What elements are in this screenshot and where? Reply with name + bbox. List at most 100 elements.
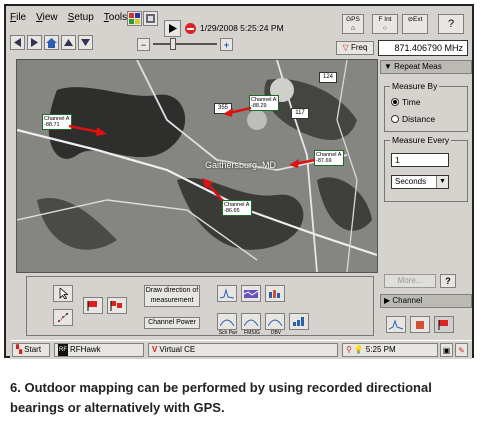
channel-marker[interactable]: Channel A -87.69 bbox=[314, 150, 344, 166]
radio-dot bbox=[391, 115, 399, 123]
waterfall-button[interactable] bbox=[241, 285, 261, 302]
back-button[interactable] bbox=[10, 35, 25, 50]
tray-bulb-icon[interactable]: 💡 bbox=[354, 344, 364, 356]
repeat-meas-header[interactable]: ▼ Repeat Meas bbox=[380, 60, 472, 74]
taskbar-rfhawk[interactable]: RF RFHawk bbox=[54, 343, 144, 357]
antenna-icon: ⌂ bbox=[350, 25, 356, 32]
spectrum-view-button[interactable] bbox=[386, 316, 406, 333]
stop-icon[interactable] bbox=[185, 23, 196, 34]
taskbar-virtual-ce[interactable]: V Virtual CE bbox=[148, 343, 338, 357]
start-label: Start bbox=[24, 345, 42, 354]
flag-tool-button[interactable] bbox=[83, 297, 103, 314]
sidebar-help-button[interactable]: ? bbox=[440, 274, 456, 288]
grid-icon bbox=[129, 13, 140, 24]
dbv-button[interactable] bbox=[265, 313, 285, 330]
flag-pair-tool-button[interactable] bbox=[107, 297, 127, 314]
tool-panel: Draw direction of measurement Channel Po… bbox=[26, 276, 374, 336]
zoom-slider-thumb[interactable] bbox=[170, 38, 176, 50]
pointer-tool-button[interactable] bbox=[53, 285, 73, 302]
flag-pair-icon bbox=[110, 301, 122, 311]
marker-value: -86.65 bbox=[224, 208, 240, 214]
down-button[interactable] bbox=[78, 35, 93, 50]
back-icon bbox=[14, 38, 21, 47]
draw-direction-button[interactable]: Draw direction of measurement bbox=[144, 285, 200, 307]
bar-view-button[interactable] bbox=[410, 316, 430, 333]
desktop-icon: ▣ bbox=[442, 345, 451, 355]
spectrum-icon bbox=[389, 319, 403, 330]
histogram-icon bbox=[269, 290, 280, 298]
menu-view[interactable]: View bbox=[36, 12, 58, 28]
play-button[interactable] bbox=[164, 20, 181, 37]
level-bars-button[interactable] bbox=[289, 313, 309, 330]
sch-pwr-label: Sch Pwr bbox=[218, 330, 238, 336]
level-bars-icon bbox=[293, 317, 304, 326]
spectrum-icon bbox=[220, 288, 234, 299]
map-flag-button[interactable] bbox=[434, 316, 454, 333]
flag-icon bbox=[87, 301, 97, 311]
unit-select[interactable]: Seconds ▼ bbox=[391, 175, 449, 189]
zoom-in-button[interactable]: + bbox=[220, 38, 233, 51]
channel-marker[interactable]: Channel A -88.29 bbox=[249, 95, 279, 111]
up-icon bbox=[64, 39, 73, 46]
spectrum-button[interactable] bbox=[217, 285, 237, 302]
measure-by-title: Measure By bbox=[390, 81, 440, 91]
start-button[interactable]: ▚ Start bbox=[12, 343, 50, 357]
interval-input[interactable]: 1 bbox=[391, 153, 449, 167]
f-int-button[interactable]: F Int ○ bbox=[372, 14, 398, 34]
satellite-map bbox=[17, 60, 377, 272]
menu-file[interactable]: File bbox=[10, 12, 26, 28]
more-button[interactable]: More... bbox=[384, 274, 436, 288]
radio-time[interactable]: Time bbox=[391, 97, 421, 107]
up-button[interactable] bbox=[61, 35, 76, 50]
clock: 5:25 PM bbox=[365, 345, 396, 354]
desktop-button[interactable]: ▣ bbox=[440, 343, 453, 357]
home-button[interactable] bbox=[44, 35, 59, 50]
bearing-arrow-icon bbox=[69, 124, 107, 136]
taskbar-rfhawk-label: RFHawk bbox=[70, 345, 101, 354]
measure-every-group: Measure Every 1 Seconds ▼ bbox=[384, 135, 468, 202]
chevron-down-icon: ▼ bbox=[436, 176, 448, 188]
app-window: File View Setup Tools 1/29/2008 5:25:24 … bbox=[4, 4, 474, 359]
tray-network-icon[interactable]: ⚲ bbox=[346, 344, 352, 356]
frequency-display[interactable]: 871.406790 MHz bbox=[378, 40, 468, 56]
edit-button[interactable]: ✎ bbox=[455, 343, 468, 357]
bell-curve-icon bbox=[268, 319, 282, 326]
cursor-icon bbox=[59, 288, 68, 299]
windows-icon: ▚ bbox=[16, 345, 23, 354]
flag-icon bbox=[438, 320, 448, 330]
mode-icon[interactable] bbox=[127, 11, 142, 26]
f-int-label: F Int bbox=[378, 16, 392, 23]
freq-filter-icon: ▽ bbox=[342, 43, 349, 52]
sch-pwr-button[interactable] bbox=[217, 313, 237, 330]
menu-tools[interactable]: Tools bbox=[104, 12, 127, 28]
zoom-slider-track[interactable] bbox=[153, 43, 217, 45]
bell-curve-icon bbox=[244, 319, 258, 326]
city-label: Gaithersburg, MD bbox=[205, 160, 277, 170]
freq-button[interactable]: ▽ Freq bbox=[336, 41, 374, 55]
settings-icon[interactable] bbox=[143, 11, 158, 26]
channel-power-button[interactable]: Channel Power bbox=[144, 317, 200, 329]
channel-marker[interactable]: Channel A -86.65 bbox=[222, 200, 252, 216]
histogram-button[interactable] bbox=[265, 285, 285, 302]
play-icon bbox=[169, 24, 177, 33]
gps-button[interactable]: GPS ⌂ bbox=[342, 14, 364, 34]
route-badge: 124 bbox=[319, 72, 337, 83]
route-badge: 117 bbox=[291, 108, 309, 119]
home-icon bbox=[46, 37, 57, 48]
help-button[interactable]: ? bbox=[438, 14, 464, 34]
scatter-tool-button[interactable] bbox=[53, 309, 73, 326]
map-view[interactable]: 124 355 117 Gaithersburg, MD Channel A -8… bbox=[16, 59, 378, 273]
channel-header[interactable]: ▶ Channel bbox=[380, 294, 472, 308]
timestamp: 1/29/2008 5:25:24 PM bbox=[200, 23, 284, 33]
menu-setup[interactable]: Setup bbox=[68, 12, 94, 28]
channel-marker[interactable]: Channel A -88.71 bbox=[42, 114, 72, 130]
ext-button[interactable]: ⊘Ext bbox=[402, 14, 428, 34]
marker-value: -88.29 bbox=[251, 103, 267, 109]
zoom-out-button[interactable]: − bbox=[137, 38, 150, 51]
bearing-arrow-icon bbox=[289, 158, 315, 168]
forward-button[interactable] bbox=[27, 35, 42, 50]
bearing-arrow-icon bbox=[223, 106, 251, 117]
radio-distance[interactable]: Distance bbox=[391, 114, 435, 124]
fmsig-button[interactable] bbox=[241, 313, 261, 330]
virtual-ce-icon: V bbox=[152, 345, 158, 354]
